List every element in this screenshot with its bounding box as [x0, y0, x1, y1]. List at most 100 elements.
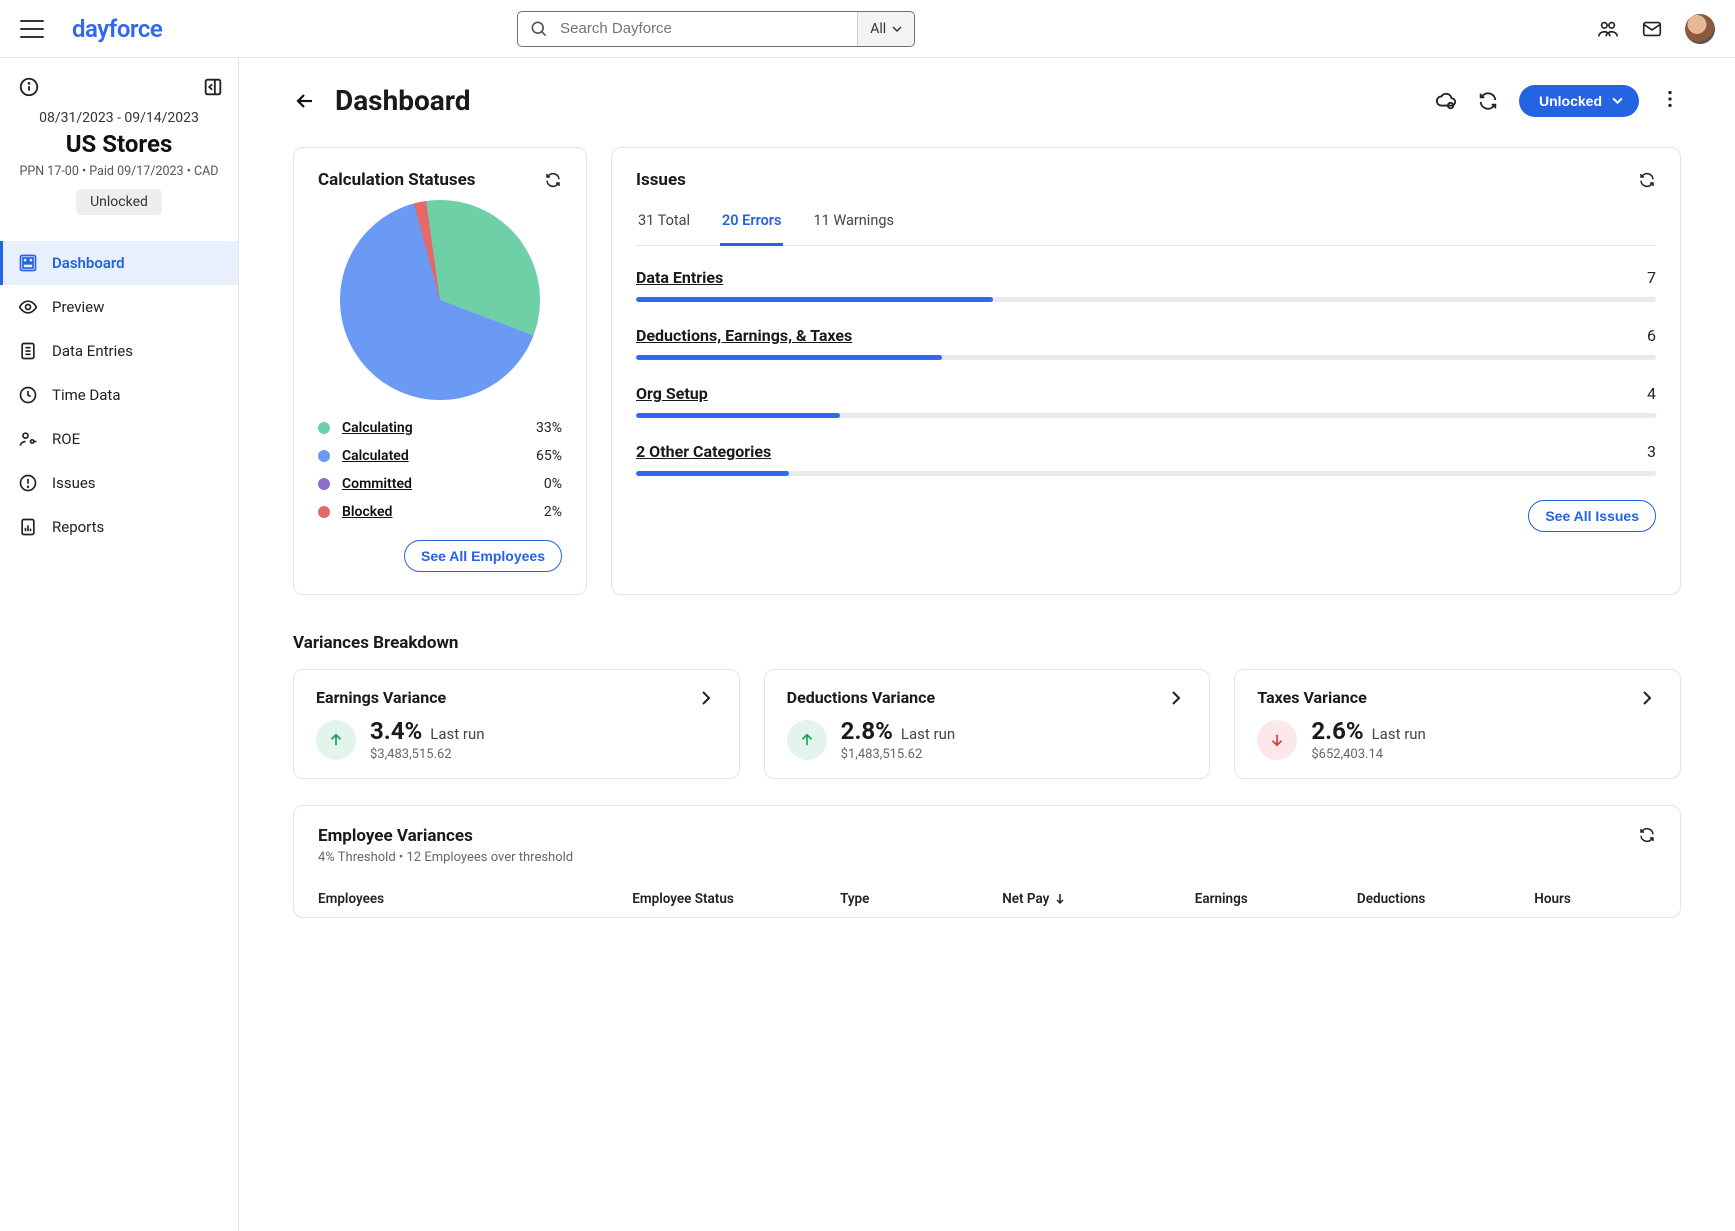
- sidebar-item-dashboard[interactable]: Dashboard: [0, 241, 238, 285]
- chevron-down-icon: [1612, 95, 1623, 106]
- chevron-right-icon: [1642, 690, 1658, 706]
- see-all-issues-button[interactable]: See All Issues: [1528, 500, 1656, 532]
- column-header[interactable]: Hours: [1534, 891, 1656, 907]
- issue-category-link[interactable]: Org Setup: [636, 384, 708, 403]
- pie-legend: Calculating33% Calculated 65% Committed 0% Bl…: [318, 414, 562, 526]
- chevron-down-icon: [892, 24, 902, 34]
- issue-count: 6: [1647, 326, 1656, 345]
- legend-label[interactable]: Blocked: [342, 504, 392, 520]
- tab-warnings[interactable]: 11 Warnings: [811, 200, 896, 245]
- variance-card[interactable]: Taxes Variance2.6%Last run$652,403.14: [1234, 669, 1681, 779]
- lock-status-label: Unlocked: [1539, 93, 1602, 109]
- sidebar-item-time-data[interactable]: Time Data: [0, 373, 238, 417]
- legend-color-dot: [318, 478, 330, 490]
- issue-count: 4: [1647, 384, 1656, 403]
- search-input[interactable]: [560, 20, 857, 37]
- column-header-label: Net Pay: [1002, 891, 1049, 907]
- issue-item: Org Setup 4: [636, 384, 1656, 418]
- legend-color-dot: [318, 506, 330, 518]
- tab-errors[interactable]: 20 Errors: [720, 200, 783, 246]
- mail-icon[interactable]: [1641, 18, 1663, 40]
- issue-category-link[interactable]: 2 Other Categories: [636, 442, 771, 461]
- info-icon[interactable]: [18, 76, 40, 98]
- variance-subtext: Last run: [430, 725, 484, 743]
- user-avatar[interactable]: [1685, 14, 1715, 44]
- sidebar-item-label: Time Data: [52, 386, 121, 404]
- search-scope-label: All: [870, 21, 886, 37]
- legend-row: Blocked2%: [318, 498, 562, 526]
- column-header[interactable]: Earnings: [1195, 891, 1347, 907]
- search-icon: [518, 19, 560, 39]
- card-title: Employee Variances: [318, 826, 573, 846]
- app-logo: dayforce: [72, 15, 162, 43]
- dashboard-icon: [18, 253, 38, 273]
- alert-icon: [18, 473, 38, 493]
- sidebar-item-data-entries[interactable]: Data Entries: [0, 329, 238, 373]
- sidebar-item-label: Reports: [52, 518, 104, 536]
- issue-count: 7: [1647, 268, 1656, 287]
- card-title: Issues: [636, 170, 686, 190]
- legend-value: 65%: [536, 448, 562, 464]
- page-header: Dashboard Unlocked: [293, 84, 1681, 117]
- report-icon: [18, 517, 38, 537]
- search-box: All: [517, 11, 915, 47]
- top-header: dayforce All: [0, 0, 1735, 58]
- sidebar-nav: Dashboard Preview Data Entries Time Data…: [0, 241, 238, 549]
- eye-icon: [18, 297, 38, 317]
- column-header[interactable]: Employee Status: [632, 891, 830, 907]
- issue-count: 3: [1647, 442, 1656, 461]
- sidebar-item-reports[interactable]: Reports: [0, 505, 238, 549]
- issue-item: Data Entries 7: [636, 268, 1656, 302]
- status-chip: Unlocked: [76, 189, 162, 215]
- variance-card[interactable]: Deductions Variance2.8%Last run$1,483,51…: [764, 669, 1211, 779]
- cloud-link-icon[interactable]: [1435, 90, 1457, 112]
- people-icon[interactable]: [1597, 18, 1619, 40]
- arrow-up-icon: [787, 720, 827, 760]
- issue-bar: [636, 413, 1656, 418]
- variance-title: Taxes Variance: [1257, 688, 1366, 707]
- sidebar-item-preview[interactable]: Preview: [0, 285, 238, 329]
- legend-color-dot: [318, 422, 330, 434]
- variance-subtext: Last run: [1372, 725, 1426, 743]
- variance-card[interactable]: Earnings Variance3.4%Last run$3,483,515.…: [293, 669, 740, 779]
- variance-title: Earnings Variance: [316, 688, 446, 707]
- card-employee-variances: Employee Variances 4% Threshold • 12 Emp…: [293, 805, 1681, 918]
- issue-category-link[interactable]: Data Entries: [636, 268, 723, 287]
- clock-icon: [18, 385, 38, 405]
- collapse-panel-icon[interactable]: [202, 76, 224, 98]
- back-arrow-icon[interactable]: [293, 89, 317, 113]
- sidebar-item-issues[interactable]: Issues: [0, 461, 238, 505]
- sidebar-item-roe[interactable]: ROE: [0, 417, 238, 461]
- card-calculation-statuses: Calculation Statuses Calculating33%Calcu…: [293, 147, 587, 595]
- column-header[interactable]: Deductions: [1357, 891, 1524, 907]
- legend-label[interactable]: Calculated: [342, 448, 409, 464]
- variance-title: Deductions Variance: [787, 688, 935, 707]
- sidebar-item-label: Issues: [52, 474, 96, 492]
- refresh-icon[interactable]: [1638, 171, 1656, 189]
- more-actions-icon[interactable]: [1659, 88, 1681, 114]
- column-header[interactable]: Employees: [318, 891, 622, 907]
- refresh-icon[interactable]: [1638, 826, 1656, 844]
- variance-percent: 2.8%: [841, 717, 893, 745]
- legend-color-dot: [318, 450, 330, 462]
- column-header[interactable]: Type: [840, 891, 992, 907]
- column-header-sorted[interactable]: Net Pay: [1002, 891, 1185, 907]
- legend-label[interactable]: Committed: [342, 476, 412, 492]
- menu-icon[interactable]: [20, 20, 44, 38]
- issue-category-link[interactable]: Deductions, Earnings, & Taxes: [636, 326, 852, 345]
- card-issues: Issues 31 Total 20 Errors 11 Warnings Da…: [611, 147, 1681, 595]
- section-title-variances: Variances Breakdown: [293, 633, 1681, 653]
- legend-value: 0%: [544, 476, 562, 492]
- lock-status-button[interactable]: Unlocked: [1519, 85, 1639, 117]
- tab-total[interactable]: 31 Total: [636, 200, 692, 245]
- see-all-employees-button[interactable]: See All Employees: [404, 540, 562, 572]
- sidebar-context: 08/31/2023 - 09/14/2023 US Stores PPN 17…: [0, 106, 238, 233]
- refresh-icon[interactable]: [544, 171, 562, 189]
- card-title: Calculation Statuses: [318, 170, 476, 190]
- legend-row: Calculating33%: [318, 414, 562, 442]
- legend-label[interactable]: Calculating: [342, 420, 413, 436]
- sidebar: 08/31/2023 - 09/14/2023 US Stores PPN 17…: [0, 58, 239, 1231]
- refresh-icon[interactable]: [1477, 90, 1499, 112]
- issue-bar: [636, 297, 1656, 302]
- search-scope-dropdown[interactable]: All: [857, 12, 914, 46]
